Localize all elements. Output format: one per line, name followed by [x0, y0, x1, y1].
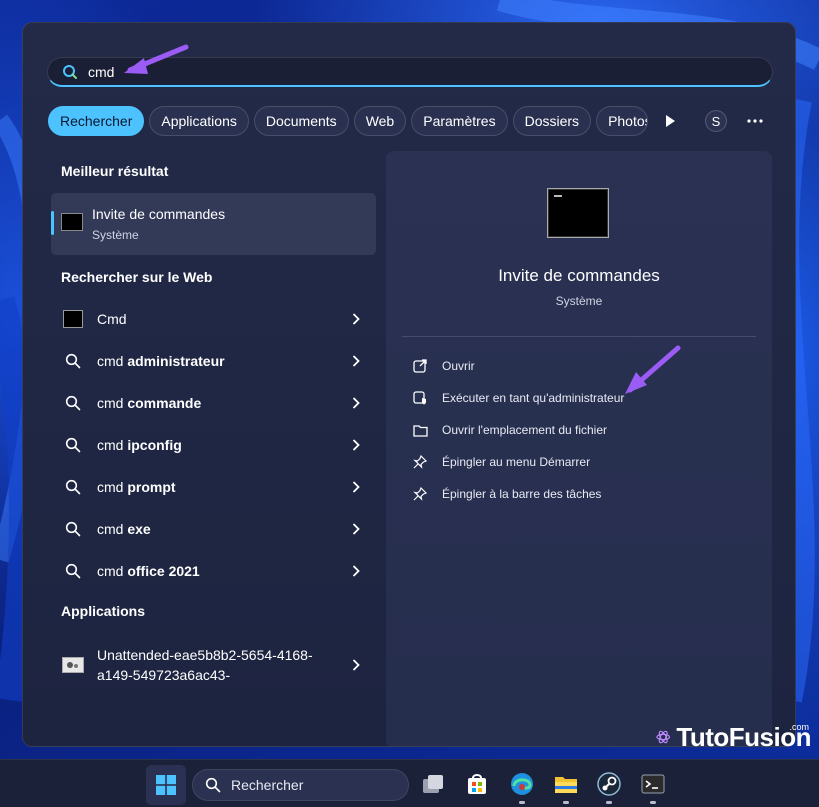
preview-subtitle: Système — [555, 294, 603, 308]
section-title-applications: Applications — [61, 603, 146, 619]
tab-web[interactable]: Web — [353, 106, 407, 136]
chevron-right-icon — [352, 523, 360, 535]
chevron-right-icon — [352, 481, 360, 493]
best-match-item[interactable]: Invite de commandes Système — [51, 193, 376, 255]
preview-pane: Invite de commandes Système Ouvrir Exécu… — [386, 151, 772, 746]
chevron-right-icon — [352, 397, 360, 409]
microsoft-store-button[interactable] — [462, 769, 492, 799]
tab-rechercher[interactable]: Rechercher — [48, 106, 145, 136]
command-prompt-icon — [63, 310, 83, 328]
edge-browser-button[interactable] — [507, 769, 537, 799]
start-menu-panel: cmd Rechercher Applications Documents We… — [22, 22, 796, 747]
chevron-right-icon — [352, 439, 360, 451]
tabs-scroll-right-button[interactable] — [657, 106, 683, 136]
start-button[interactable] — [146, 765, 186, 805]
steam-button[interactable] — [594, 769, 624, 799]
section-title-web: Rechercher sur le Web — [61, 269, 213, 285]
filter-tabs: Rechercher Applications Documents Web Pa… — [48, 106, 683, 136]
installer-icon — [62, 657, 84, 673]
tutofusion-logo: TutoFusion .com — [656, 720, 811, 754]
play-right-icon — [666, 115, 676, 127]
terminal-icon — [641, 774, 665, 794]
pin-icon — [413, 455, 427, 469]
tab-documents[interactable]: Documents — [253, 106, 349, 136]
tab-dossiers[interactable]: Dossiers — [512, 106, 592, 136]
tab-photos[interactable]: Photos — [596, 106, 649, 136]
search-query: cmd — [88, 63, 115, 80]
search-icon — [65, 437, 81, 453]
web-result-item[interactable]: cmd commande — [51, 383, 376, 423]
folder-icon — [555, 777, 577, 793]
running-indicator — [650, 801, 656, 804]
taskbar-search-box[interactable]: Rechercher — [192, 769, 409, 801]
shield-admin-icon — [413, 391, 426, 405]
chevron-right-icon — [352, 355, 360, 367]
action-open-file-location[interactable]: Ouvrir l'emplacement du fichier — [412, 420, 607, 440]
search-icon — [65, 479, 81, 495]
web-result-label: office 2021 — [127, 563, 200, 579]
tab-applications[interactable]: Applications — [149, 106, 249, 136]
task-view-icon — [423, 775, 443, 793]
app-result-label-line1: Unattended-eae5b8b2-5654-4168- — [97, 647, 313, 663]
running-indicator — [563, 801, 569, 804]
preview-title: Invite de commandes — [498, 266, 660, 285]
web-result-label: exe — [127, 521, 151, 537]
search-input[interactable]: cmd — [47, 57, 773, 87]
action-pin-start[interactable]: Épingler au menu Démarrer — [412, 452, 590, 472]
command-prompt-large-icon — [547, 188, 609, 238]
terminal-button[interactable] — [638, 769, 668, 799]
preview-divider — [402, 336, 756, 337]
ellipsis-icon — [747, 119, 763, 123]
web-result-item[interactable]: cmd exe — [51, 509, 376, 549]
action-open[interactable]: Ouvrir — [412, 356, 475, 376]
taskbar: Rechercher — [0, 759, 819, 807]
web-result-item[interactable]: Cmd — [51, 299, 376, 339]
account-avatar-button[interactable]: S — [705, 110, 727, 132]
search-icon — [65, 563, 81, 579]
edge-icon — [511, 773, 533, 795]
running-indicator — [606, 801, 612, 804]
app-result-item[interactable]: Unattended-eae5b8b2-5654-4168- a149-5497… — [51, 637, 376, 693]
taskbar-search-label: Rechercher — [231, 777, 304, 793]
tab-parametres[interactable]: Paramètres — [411, 106, 508, 136]
web-result-item[interactable]: cmd administrateur — [51, 341, 376, 381]
open-external-icon — [413, 359, 427, 373]
web-result-label: administrateur — [127, 353, 225, 369]
running-indicator — [519, 801, 525, 804]
search-icon — [205, 777, 221, 793]
search-icon — [63, 64, 77, 79]
search-icon — [65, 395, 81, 411]
store-icon — [468, 774, 486, 794]
web-result-item[interactable]: cmd ipconfig — [51, 425, 376, 465]
more-options-button[interactable] — [743, 110, 767, 132]
action-run-as-admin[interactable]: Exécuter en tant qu'administrateur — [412, 388, 624, 408]
logo-suffix: .com — [789, 722, 809, 732]
atom-logo-icon — [656, 730, 671, 744]
action-pin-taskbar[interactable]: Épingler à la barre des tâches — [412, 484, 601, 504]
web-result-item[interactable]: cmd prompt — [51, 467, 376, 507]
windows-logo-icon — [156, 775, 176, 795]
task-view-button[interactable] — [418, 769, 448, 799]
app-result-label-line2: a149-549723a6ac43- — [97, 667, 231, 683]
web-result-label: prompt — [127, 479, 176, 495]
chevron-right-icon — [352, 659, 360, 671]
best-match-subtitle: Système — [92, 228, 139, 242]
command-prompt-icon — [61, 213, 83, 231]
web-result-item[interactable]: cmd office 2021 — [51, 551, 376, 591]
search-icon — [65, 353, 81, 369]
web-result-label: ipconfig — [127, 437, 182, 453]
file-explorer-button[interactable] — [551, 769, 581, 799]
pin-icon — [413, 487, 427, 501]
web-result-label: Cmd — [97, 311, 127, 327]
chevron-right-icon — [352, 565, 360, 577]
search-icon — [65, 521, 81, 537]
best-match-title: Invite de commandes — [92, 206, 226, 222]
steam-icon — [597, 772, 621, 796]
web-result-label: commande — [127, 395, 202, 411]
section-title-best-match: Meilleur résultat — [61, 163, 169, 179]
folder-icon — [412, 424, 428, 437]
chevron-right-icon — [352, 313, 360, 325]
